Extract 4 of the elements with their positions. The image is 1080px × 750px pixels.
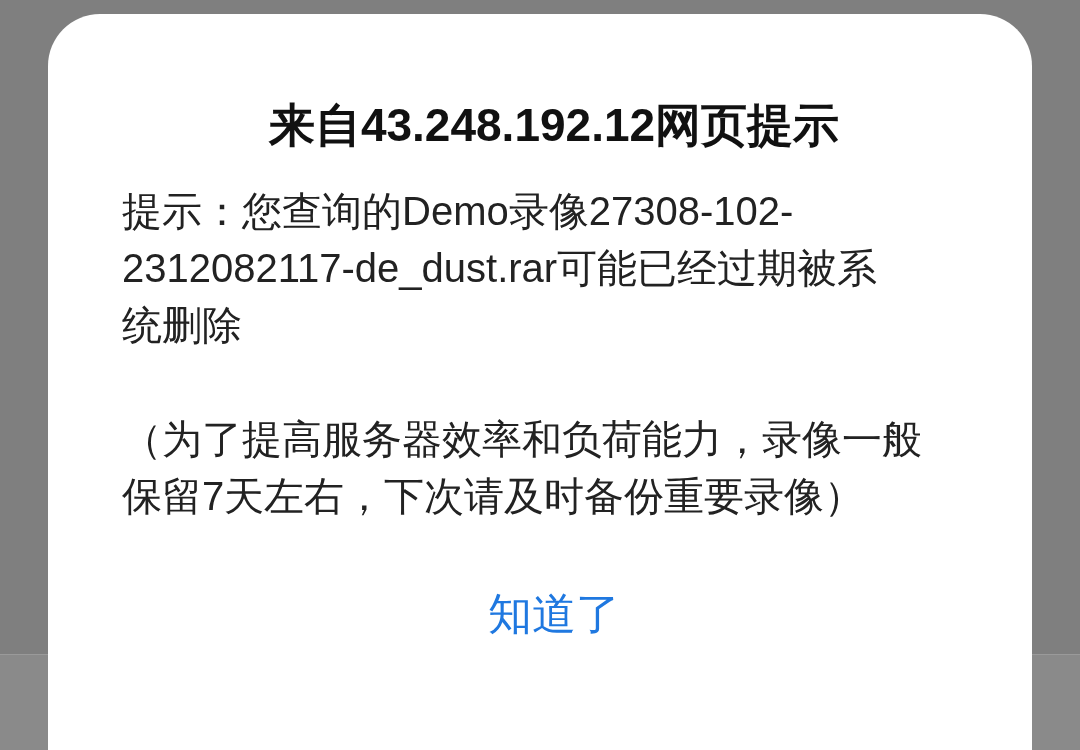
dialog-title: 来自43.248.192.12网页提示 — [268, 98, 840, 153]
ok-button[interactable]: 知道了 — [478, 581, 630, 649]
dialog-message: （为了提高服务器效率和负荷能力，录像一般保留7天左右，下次请及时备份重要录像） — [122, 416, 923, 521]
dialog-message: 提示：您查询的Demo录像27308-102-2312082117-de_dust.rar可能已经过期被系统删除 — [122, 188, 879, 350]
